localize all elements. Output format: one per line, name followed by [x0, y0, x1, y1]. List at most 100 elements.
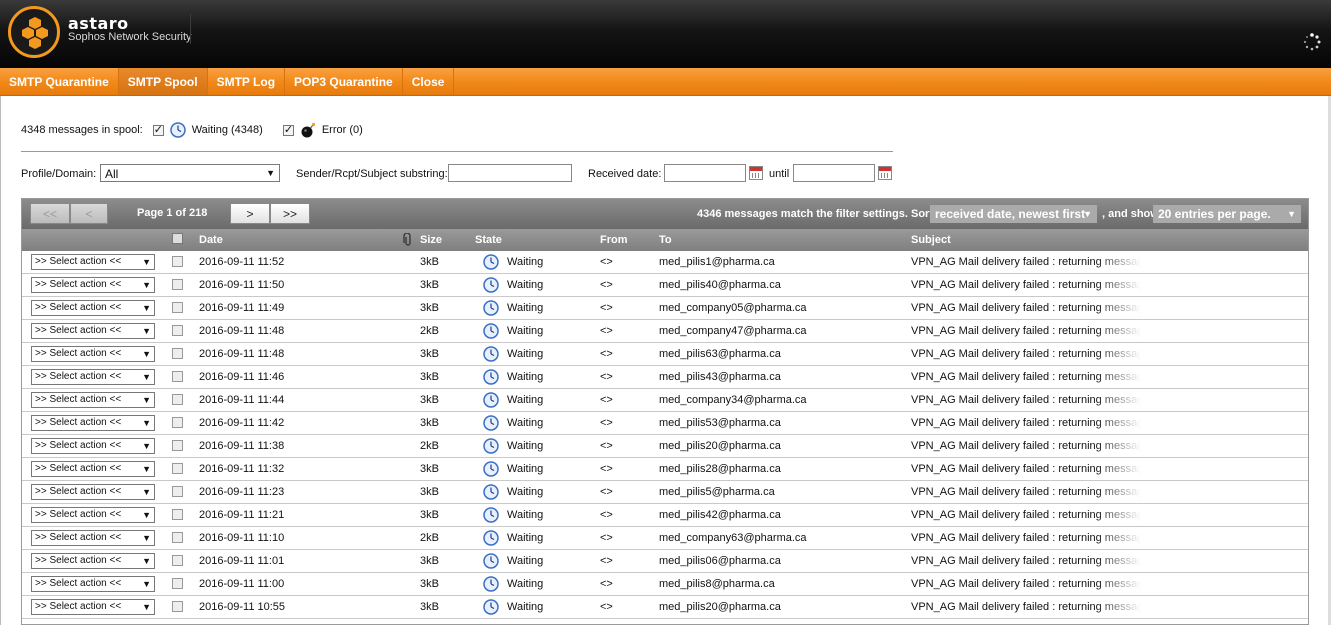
col-to[interactable]: To [659, 234, 672, 246]
row-checkbox[interactable] [172, 371, 183, 382]
tab-smtp-quarantine[interactable]: SMTP Quarantine [0, 68, 119, 95]
row-to: med_pilis8@pharma.ca [659, 578, 775, 590]
table-row[interactable]: >> Select action << ▼ 2016-09-11 10:55 3kB W… [22, 596, 1308, 619]
row-subject: VPN_AG Mail delivery failed : returning … [911, 601, 1141, 613]
row-action-select[interactable]: >> Select action << ▼ [31, 392, 155, 408]
row-checkbox[interactable] [172, 601, 183, 612]
row-checkbox[interactable] [172, 348, 183, 359]
row-checkbox[interactable] [172, 440, 183, 451]
last-page-button[interactable]: >> [270, 203, 310, 224]
dropdown-arrow-icon: ▼ [142, 326, 151, 336]
tab-smtp-spool[interactable]: SMTP Spool [118, 68, 208, 95]
per-page-select[interactable]: 20 entries per page. ▼ [1153, 205, 1301, 223]
row-action-label: >> Select action << [35, 463, 122, 474]
tab-pop3-quarantine[interactable]: POP3 Quarantine [285, 68, 403, 95]
row-from: <> [600, 394, 613, 406]
next-page-button[interactable]: > [230, 203, 270, 224]
date-until-input[interactable] [793, 164, 875, 182]
row-subject: VPN_AG Mail delivery failed : returning … [911, 440, 1141, 452]
row-from: <> [600, 463, 613, 475]
content-area: 4348 messages in spool: Waiting (4348) E… [0, 96, 1331, 625]
row-action-select[interactable]: >> Select action << ▼ [31, 599, 155, 615]
row-checkbox[interactable] [172, 509, 183, 520]
row-checkbox[interactable] [172, 256, 183, 267]
date-from-input[interactable] [664, 164, 746, 182]
row-date: 2016-09-11 11:48 [199, 325, 285, 337]
clock-icon [483, 484, 499, 500]
row-subject: VPN_AG Mail delivery failed : returning … [911, 463, 1141, 475]
col-size[interactable]: Size [420, 234, 442, 246]
table-row[interactable]: >> Select action << ▼ 2016-09-11 11:52 3kB W… [22, 251, 1308, 274]
sort-order-select[interactable]: received date, newest first ▼ [930, 205, 1097, 223]
row-state: Waiting [507, 601, 544, 613]
first-page-button[interactable]: << [30, 203, 70, 224]
col-date[interactable]: Date [199, 234, 223, 246]
row-action-select[interactable]: >> Select action << ▼ [31, 323, 155, 339]
prev-page-button[interactable]: < [70, 203, 108, 224]
row-checkbox[interactable] [172, 394, 183, 405]
table-row[interactable]: >> Select action << ▼ 2016-09-11 11:23 3kB W… [22, 481, 1308, 504]
table-row[interactable]: >> Select action << ▼ 2016-09-11 11:10 2kB W… [22, 527, 1308, 550]
table-row[interactable]: >> Select action << ▼ 2016-09-11 11:00 3kB W… [22, 573, 1308, 596]
table-row[interactable]: >> Select action << ▼ 2016-09-11 11:48 3kB W… [22, 343, 1308, 366]
table-row[interactable]: >> Select action << ▼ 2016-09-11 11:46 3kB W… [22, 366, 1308, 389]
tab-smtp-log[interactable]: SMTP Log [208, 68, 286, 95]
row-action-select[interactable]: >> Select action << ▼ [31, 415, 155, 431]
table-row[interactable]: >> Select action << ▼ 2016-09-11 11:48 2kB W… [22, 320, 1308, 343]
row-action-select[interactable]: >> Select action << ▼ [31, 484, 155, 500]
col-subject[interactable]: Subject [911, 234, 951, 246]
select-all-checkbox[interactable] [172, 233, 183, 244]
row-action-select[interactable]: >> Select action << ▼ [31, 346, 155, 362]
row-action-select[interactable]: >> Select action << ▼ [31, 576, 155, 592]
row-checkbox[interactable] [172, 279, 183, 290]
table-row[interactable]: >> Select action << ▼ 2016-09-11 11:21 3kB W… [22, 504, 1308, 527]
row-action-select[interactable]: >> Select action << ▼ [31, 553, 155, 569]
row-action-select[interactable]: >> Select action << ▼ [31, 300, 155, 316]
waiting-filter-checkbox[interactable] [152, 123, 164, 136]
table-row[interactable]: >> Select action << ▼ 2016-09-11 11:50 3kB W… [22, 274, 1308, 297]
show-label: , and show [1102, 208, 1159, 220]
col-state[interactable]: State [475, 234, 502, 246]
calendar-icon[interactable] [749, 166, 763, 180]
substring-input[interactable] [448, 164, 572, 182]
row-state: Waiting [507, 417, 544, 429]
table-row[interactable]: >> Select action << ▼ 2016-09-11 11:01 3kB W… [22, 550, 1308, 573]
row-action-select[interactable]: >> Select action << ▼ [31, 438, 155, 454]
divider [21, 151, 893, 152]
row-checkbox[interactable] [172, 417, 183, 428]
calendar-icon[interactable] [878, 166, 892, 180]
row-action-select[interactable]: >> Select action << ▼ [31, 461, 155, 477]
row-action-select[interactable]: >> Select action << ▼ [31, 277, 155, 293]
profile-domain-select[interactable]: All ▼ [100, 164, 280, 182]
row-action-select[interactable]: >> Select action << ▼ [31, 530, 155, 546]
row-date: 2016-09-11 11:50 [199, 279, 285, 291]
row-checkbox[interactable] [172, 578, 183, 589]
row-action-label: >> Select action << [35, 417, 122, 428]
row-subject: VPN_AG Mail delivery failed : returning … [911, 532, 1141, 544]
row-checkbox[interactable] [172, 325, 183, 336]
row-action-select[interactable]: >> Select action << ▼ [31, 507, 155, 523]
clock-icon [483, 599, 499, 615]
row-subject: VPN_AG Mail delivery failed : returning … [911, 394, 1141, 406]
table-row[interactable]: >> Select action << ▼ 2016-09-11 11:49 3kB W… [22, 297, 1308, 320]
app-window: astaro Sophos Network Security SMTP Quar… [0, 0, 1331, 625]
row-checkbox[interactable] [172, 463, 183, 474]
row-action-select[interactable]: >> Select action << ▼ [31, 369, 155, 385]
error-filter-checkbox[interactable] [282, 123, 294, 136]
dropdown-arrow-icon: ▼ [142, 280, 151, 290]
table-row[interactable]: >> Select action << ▼ 2016-09-11 11:42 3kB W… [22, 412, 1308, 435]
per-page-value: 20 entries per page. [1158, 207, 1271, 221]
row-checkbox[interactable] [172, 555, 183, 566]
row-action-label: >> Select action << [35, 440, 122, 451]
tab-close[interactable]: Close [403, 68, 455, 95]
row-size: 3kB [420, 371, 439, 383]
row-action-label: >> Select action << [35, 601, 122, 612]
row-checkbox[interactable] [172, 302, 183, 313]
table-row[interactable]: >> Select action << ▼ 2016-09-11 11:38 2kB W… [22, 435, 1308, 458]
row-checkbox[interactable] [172, 532, 183, 543]
table-row[interactable]: >> Select action << ▼ 2016-09-11 11:32 3kB W… [22, 458, 1308, 481]
table-row[interactable]: >> Select action << ▼ 2016-09-11 11:44 3kB W… [22, 389, 1308, 412]
row-checkbox[interactable] [172, 486, 183, 497]
row-action-select[interactable]: >> Select action << ▼ [31, 254, 155, 270]
col-from[interactable]: From [600, 234, 628, 246]
